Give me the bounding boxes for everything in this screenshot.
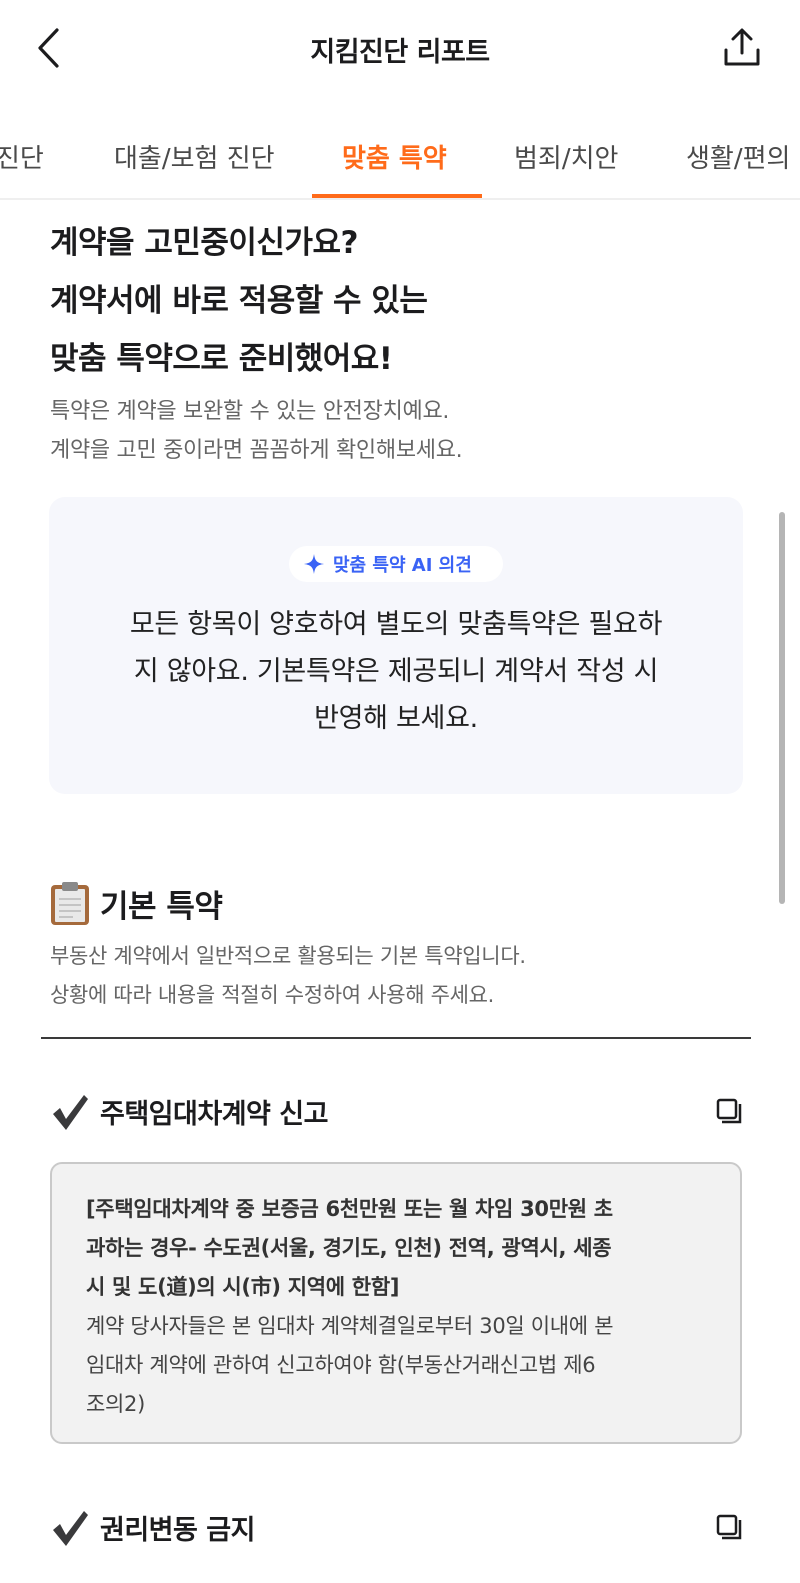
copy-icon[interactable] bbox=[714, 1096, 744, 1126]
copy-icon[interactable] bbox=[714, 1512, 744, 1542]
intro-subtext: 특약은 계약을 보완할 수 있는 안전장치예요. 계약을 고민 중이라면 꼼꼼하… bbox=[50, 392, 463, 470]
tab-custom-clauses[interactable]: 맞춤 특약 bbox=[342, 138, 447, 175]
clause-body-line: 계약 당사자들은 본 임대차 계약체결일로부터 30일 이내에 본 bbox=[86, 1314, 614, 1338]
ai-message-line: 지 않아요. 기본특약은 제공되니 계약서 작성 시 bbox=[133, 656, 659, 687]
ai-opinion-badge: 맞춤 특약 AI 의견 bbox=[289, 546, 503, 582]
headline-line: 계약서에 바로 적용할 수 있는 bbox=[50, 283, 428, 319]
clipboard-icon bbox=[51, 882, 89, 925]
headline-line: 맞춤 특약으로 준비했어요! bbox=[50, 341, 393, 377]
ai-badge-label: 맞춤 특약 AI 의견 bbox=[333, 555, 472, 576]
section-desc-line: 부동산 계약에서 일반적으로 활용되는 기본 특약입니다. bbox=[50, 944, 526, 968]
ai-opinion-card: 맞춤 특약 AI 의견 모든 항목이 양호하여 별도의 맞춤특약은 필요하 지 … bbox=[49, 497, 743, 794]
clause-header: 권리변동 금지 bbox=[50, 1504, 750, 1550]
sparkle-icon bbox=[304, 554, 324, 574]
clause-body-line: 조의2) bbox=[86, 1392, 145, 1416]
headline-line: 계약을 고민중이신가요? bbox=[50, 225, 358, 261]
clause-condition-line: 시 및 도(道)의 시(市) 지역에 한함] bbox=[86, 1275, 400, 1299]
scrollbar[interactable] bbox=[779, 512, 785, 904]
basic-clauses-header: 기본 특약 bbox=[48, 880, 223, 926]
section-description: 부동산 계약에서 일반적으로 활용되는 기본 특약입니다. 상황에 따라 내용을… bbox=[50, 937, 526, 1015]
clause-title: 권리변동 금지 bbox=[100, 1515, 255, 1546]
clause-condition: [주택임대차계약 중 보증금 6천만원 또는 월 차임 30만원 초 과하는 경… bbox=[86, 1190, 708, 1307]
tab-bar: 진단 대출/보험 진단 맞춤 특약 범죄/치안 생활/편의 bbox=[0, 108, 800, 200]
checkmark-icon bbox=[53, 1511, 88, 1546]
clause-condition-line: 과하는 경우- 수도권(서울, 경기도, 인천) 전역, 광역시, 세종 bbox=[86, 1236, 612, 1260]
active-tab-indicator bbox=[312, 194, 482, 198]
share-icon[interactable] bbox=[720, 26, 764, 70]
clause-body: 계약 당사자들은 본 임대차 계약체결일로부터 30일 이내에 본 임대차 계약… bbox=[86, 1307, 708, 1424]
clause-content-box: [주택임대차계약 중 보증금 6천만원 또는 월 차임 30만원 초 과하는 경… bbox=[50, 1162, 742, 1444]
ai-message-line: 모든 항목이 양호하여 별도의 맞춤특약은 필요하 bbox=[129, 609, 663, 640]
tab-diagnosis[interactable]: 진단 bbox=[0, 138, 44, 175]
checkmark-icon bbox=[53, 1095, 88, 1130]
ai-message-line: 반영해 보세요. bbox=[314, 703, 478, 734]
section-desc-line: 상황에 따라 내용을 적절히 수정하여 사용해 주세요. bbox=[50, 983, 495, 1007]
clause-condition-line: [주택임대차계약 중 보증금 6천만원 또는 월 차임 30만원 초 bbox=[86, 1197, 613, 1221]
section-title: 기본 특약 bbox=[100, 888, 223, 925]
app-header: 지킴진단 리포트 bbox=[0, 0, 800, 96]
intro-headline: 계약을 고민중이신가요? 계약서에 바로 적용할 수 있는 맞춤 특약으로 준비… bbox=[50, 214, 428, 388]
ai-opinion-message: 모든 항목이 양호하여 별도의 맞춤특약은 필요하 지 않아요. 기본특약은 제… bbox=[79, 601, 713, 742]
tab-loan-insurance[interactable]: 대출/보험 진단 bbox=[114, 138, 275, 175]
page-title: 지킴진단 리포트 bbox=[310, 37, 490, 68]
clause-title: 주택임대차계약 신고 bbox=[100, 1099, 328, 1130]
subtext-line: 특약은 계약을 보완할 수 있는 안전장치예요. bbox=[50, 399, 450, 424]
tab-crime-safety[interactable]: 범죄/치안 bbox=[514, 138, 618, 175]
clause-body-line: 임대차 계약에 관하여 신고하여야 함(부동산거래신고법 제6 bbox=[86, 1353, 596, 1377]
subtext-line: 계약을 고민 중이라면 꼼꼼하게 확인해보세요. bbox=[50, 438, 463, 463]
section-divider bbox=[41, 1037, 751, 1039]
tab-living-convenience[interactable]: 생활/편의 bbox=[686, 138, 790, 175]
clause-header: 주택임대차계약 신고 bbox=[50, 1088, 750, 1134]
